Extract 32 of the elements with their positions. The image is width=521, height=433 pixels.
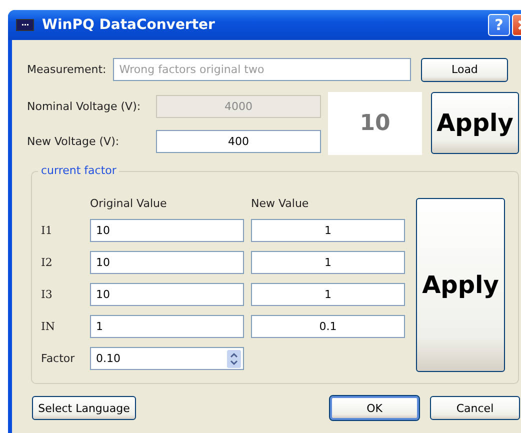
measurement-field[interactable]: Wrong factors original two [113, 58, 412, 81]
measurement-label: Measurement: [27, 63, 106, 76]
voltage-field[interactable]: 400 [156, 130, 321, 152]
original-value-field[interactable]: 1 [90, 315, 244, 338]
voltage-label: Nominal Voltage (V): [27, 100, 142, 112]
load-button[interactable]: Load [421, 58, 508, 82]
original-value-field[interactable]: 10 [90, 283, 244, 306]
apply-button[interactable]: Apply [431, 92, 519, 154]
factor-label: Factor [41, 352, 76, 365]
spin-arrows-icon [227, 350, 241, 368]
window-title: WinPQ DataConverter [42, 17, 216, 33]
row-label: I3 [41, 288, 54, 301]
ratio-display: 10 [328, 92, 422, 155]
original-value-field[interactable]: 10 [90, 219, 244, 242]
new-value-field[interactable]: 1 [251, 219, 405, 242]
original-value-field[interactable]: 10 [90, 251, 244, 274]
column-header: Original Value [90, 197, 168, 210]
window-icon [16, 19, 34, 31]
dialog-button[interactable]: Cancel [430, 396, 520, 420]
new-value-field[interactable]: 1 [251, 251, 405, 274]
dialog-button[interactable]: Select Language [32, 396, 136, 420]
factor-spinbox[interactable]: 0.10 [90, 347, 244, 370]
new-value-field[interactable]: 1 [251, 283, 405, 306]
row-label: IN [41, 320, 56, 333]
new-value-field[interactable]: 0.1 [251, 315, 405, 338]
group-title: current factor [38, 164, 120, 177]
row-label: I2 [41, 256, 54, 269]
column-header: New Value [251, 197, 310, 210]
dialog-button[interactable]: OK [330, 396, 419, 420]
apply-button[interactable]: Apply [416, 198, 505, 372]
voltage-label: New Voltage (V): [27, 134, 120, 148]
row-label: I1 [41, 224, 54, 237]
